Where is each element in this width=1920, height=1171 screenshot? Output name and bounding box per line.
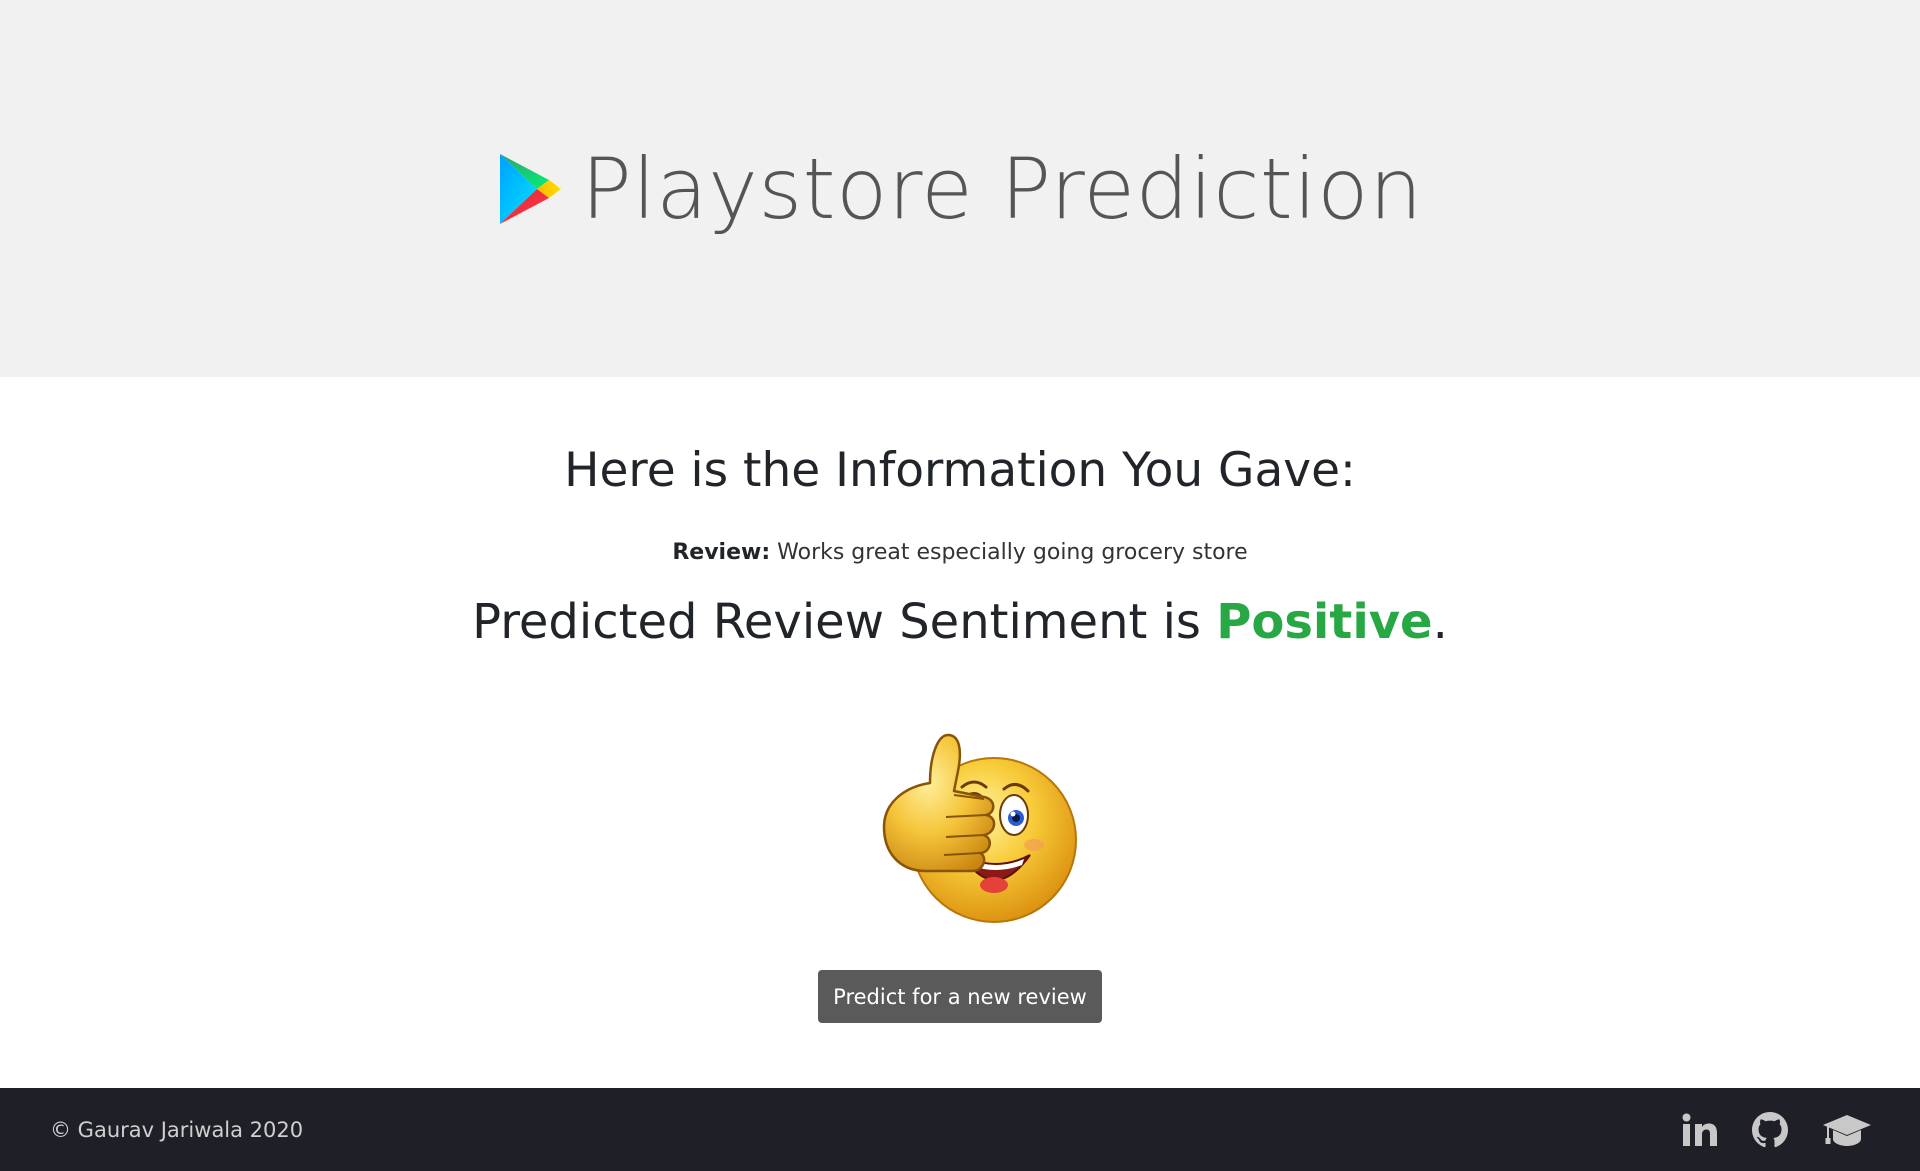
thumbs-up-smiley-icon (834, 695, 1084, 935)
page-title: Playstore Prediction (581, 139, 1423, 238)
copyright-text: © Gaurav Jariwala 2020 (50, 1117, 304, 1142)
github-icon[interactable] (1752, 1111, 1788, 1148)
prediction-prefix: Predicted Review Sentiment is (472, 594, 1217, 650)
header-banner: Playstore Prediction (0, 0, 1920, 377)
graduation-cap-icon[interactable] (1822, 1113, 1872, 1147)
predict-new-review-button[interactable]: Predict for a new review (818, 970, 1102, 1023)
review-summary: Review: Works great especially going gro… (0, 540, 1920, 566)
google-play-icon (500, 153, 562, 224)
header-brand: Playstore Prediction (497, 147, 1423, 231)
result-section: Here is the Information You Gave: Review… (0, 377, 1920, 1088)
footer: © Gaurav Jariwala 2020 (0, 1088, 1920, 1171)
prediction-result: Predicted Review Sentiment is Positive. (0, 594, 1920, 652)
linkedin-icon[interactable] (1682, 1113, 1718, 1147)
review-text: Works great especially going grocery sto… (777, 540, 1248, 565)
info-heading: Here is the Information You Gave: (564, 443, 1356, 498)
review-label: Review: (672, 540, 771, 565)
sentiment-value: Positive (1216, 594, 1433, 650)
social-links (1682, 1088, 1872, 1171)
prediction-suffix: . (1432, 594, 1448, 650)
